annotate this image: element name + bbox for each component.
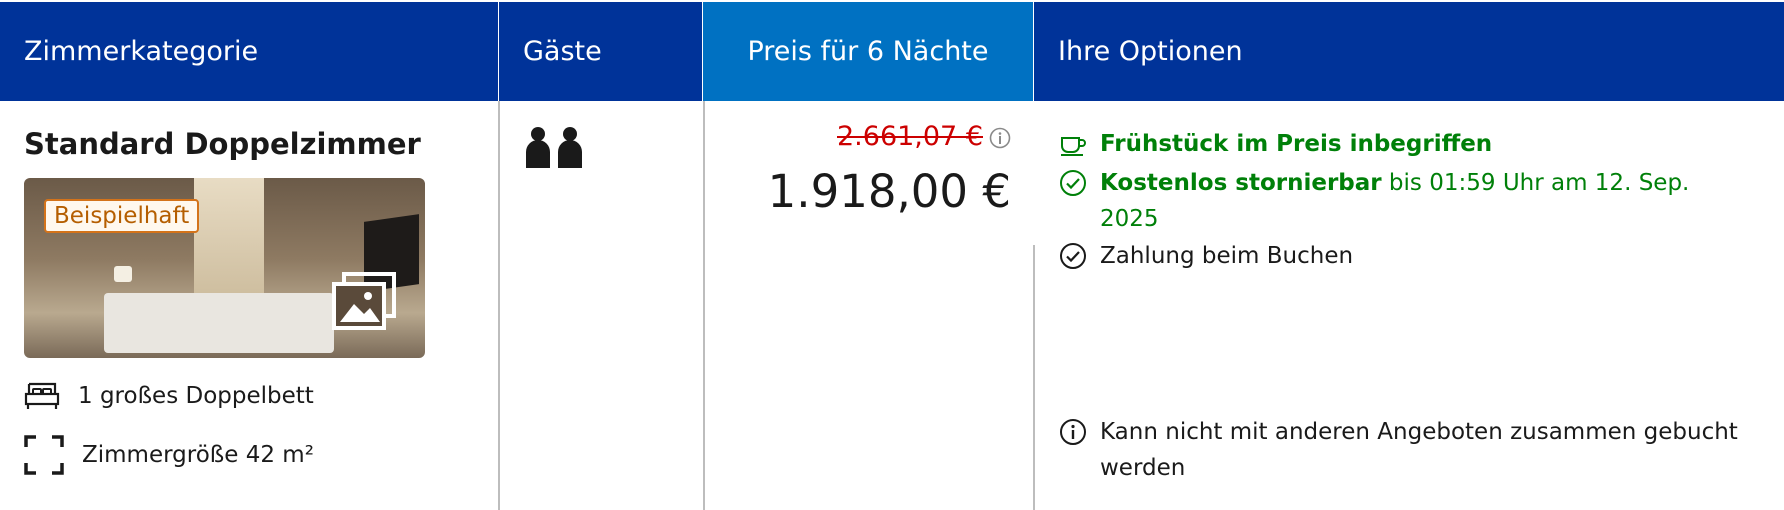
bed-feature: 1 großes Doppelbett (24, 380, 314, 412)
room-size-label: Zimmergröße 42 m² (82, 442, 314, 468)
bed-icon (24, 382, 60, 409)
header-price: Preis für 6 Nächte (703, 2, 1033, 101)
payment-label: Zahlung beim Buchen (1100, 243, 1354, 269)
price-block: 2.661,07 € 1.918,00 € (705, 101, 1035, 251)
option-breakfast: Frühstück im Preis inbegriffen (1059, 126, 1492, 162)
current-price: 1.918,00 € (767, 165, 1011, 218)
column-divider (498, 101, 500, 510)
room-name-link[interactable]: Standard Doppelzimmer (24, 127, 421, 161)
checkmark-circle-icon (1060, 170, 1086, 196)
room-size-icon (24, 435, 64, 475)
price-info-icon[interactable] (989, 127, 1011, 149)
gallery-icon (332, 272, 396, 330)
option-payment: Zahlung beim Buchen (1059, 238, 1353, 274)
option-restriction: Kann nicht mit anderen Angeboten zusamme… (1059, 414, 1769, 486)
guests-icon (526, 127, 582, 168)
coffee-cup-icon (1061, 137, 1086, 156)
header-options: Ihre Optionen (1033, 2, 1784, 101)
bed-label: 1 großes Doppelbett (78, 383, 314, 409)
header-room-category: Zimmerkategorie (0, 2, 499, 101)
table-header: Zimmerkategorie Gäste Preis für 6 Nächte… (0, 2, 1784, 101)
header-guests: Gäste (499, 2, 703, 101)
option-cancellation: Kostenlos stornierbar bis 01:59 Uhr am 1… (1059, 165, 1739, 237)
original-price: 2.661,07 € (837, 121, 983, 152)
free-cancellation-label: Kostenlos stornierbar (1100, 170, 1382, 196)
restriction-label: Kann nicht mit anderen Angeboten zusamme… (1100, 419, 1738, 481)
checkmark-circle-icon (1060, 243, 1086, 269)
size-feature: Zimmergröße 42 m² (24, 435, 314, 475)
example-photo-badge: Beispielhaft (44, 199, 200, 233)
breakfast-label: Frühstück im Preis inbegriffen (1100, 131, 1493, 157)
room-photo[interactable]: Beispielhaft (24, 178, 425, 358)
info-icon (1060, 419, 1086, 445)
room-table: Zimmerkategorie Gäste Preis für 6 Nächte… (0, 0, 1784, 510)
column-divider (1033, 245, 1035, 510)
